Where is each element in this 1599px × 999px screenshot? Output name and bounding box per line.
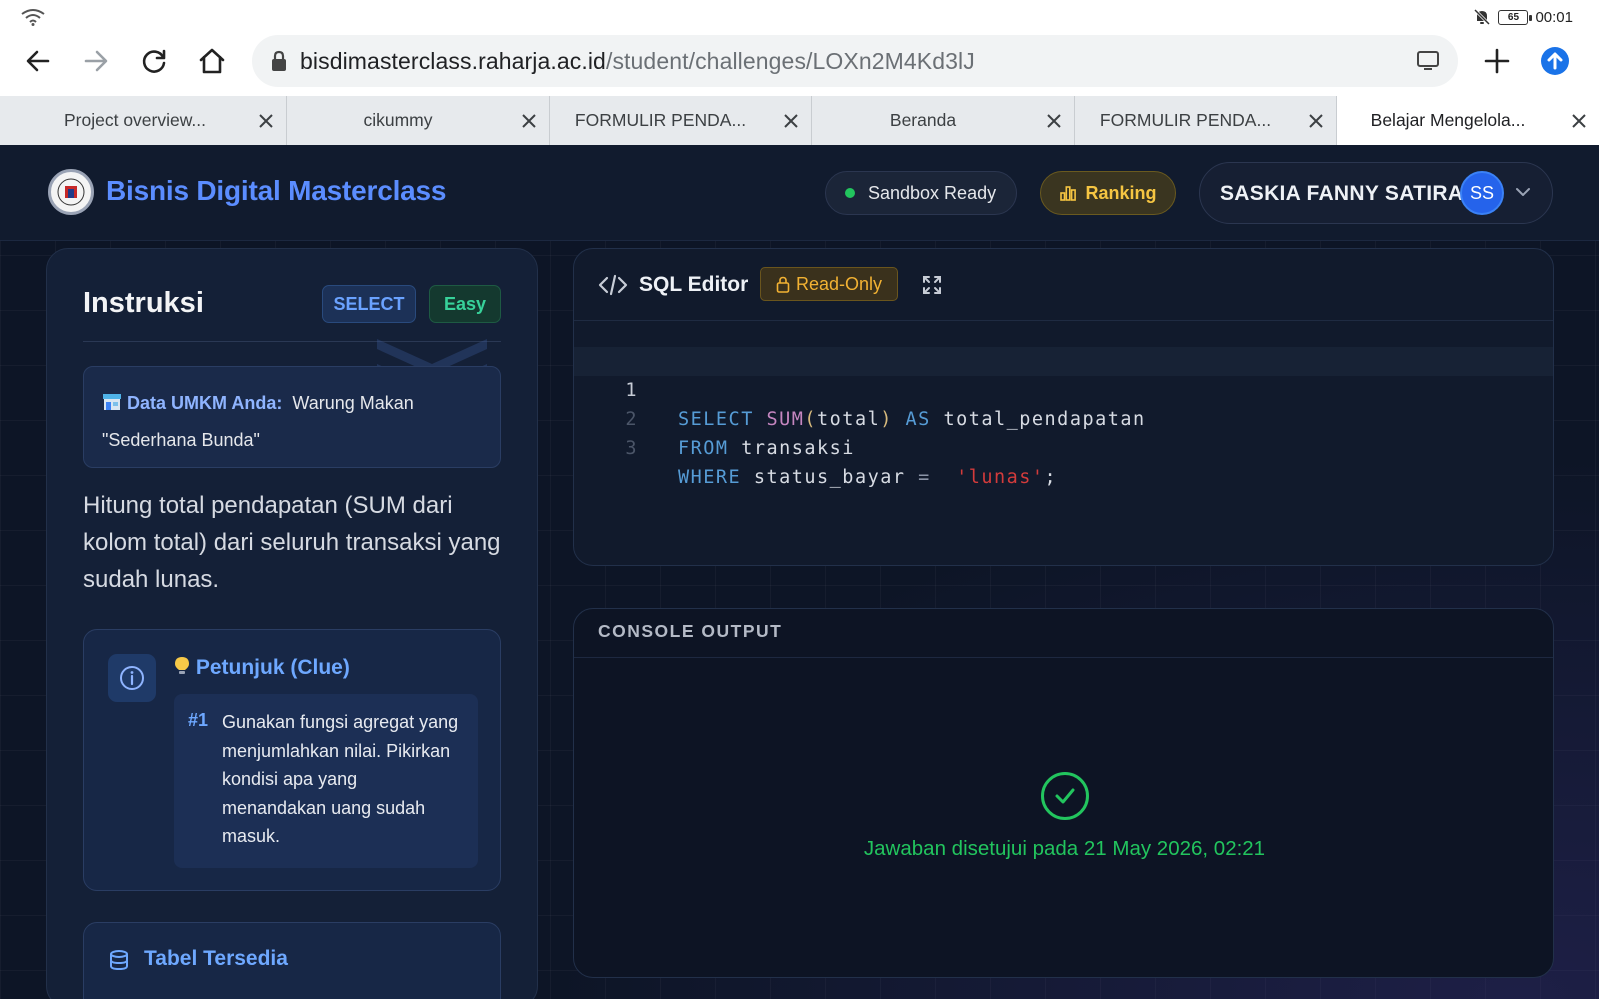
approval-message: Jawaban disetujui pada 21 May 2026, 02:2… [863, 837, 1266, 860]
clue-panel: Petunjuk (Clue) #1 Gunakan fungsi agrega… [83, 629, 501, 891]
task-description: Hitung total pendapatan (SUM dari kolom … [83, 492, 501, 593]
line-number: 3 [625, 438, 638, 459]
reload-button[interactable] [133, 40, 175, 82]
url-text: bisdimasterclass.raharja.ac.id/student/c… [300, 47, 975, 74]
check-circle-icon [1041, 772, 1089, 820]
tables-title: Tabel Tersedia [144, 947, 288, 970]
home-icon [199, 48, 225, 74]
code-line: 2 FROM transaksi [574, 376, 1553, 459]
info-icon [120, 666, 144, 690]
ranking-label: Ranking [1085, 182, 1157, 203]
code-area[interactable]: 1 SELECT SUM(total) AS total_pendapatan … [574, 347, 1553, 488]
console-output-panel: CONSOLE OUTPUT Jawaban disetujui pada 21… [573, 608, 1554, 978]
university-logo[interactable] [48, 169, 94, 215]
umkm-value-name: "Sederhana Bunda" [102, 430, 260, 450]
read-only-badge: Read-Only [760, 267, 898, 301]
clue-number: #1 [188, 710, 209, 730]
tab-formulir-2[interactable]: FORMULIR PENDA... [1075, 96, 1337, 145]
browser-toolbar: bisdimasterclass.raharja.ac.id/student/c… [0, 32, 1599, 96]
reload-icon [142, 49, 166, 73]
clue-title: Petunjuk (Clue) [174, 656, 350, 680]
app-header: Bisnis Digital Masterclass Sandbox Ready… [0, 145, 1599, 241]
fullscreen-icon[interactable] [922, 275, 942, 295]
plus-icon [1484, 48, 1510, 74]
clock: 00:01 [1535, 8, 1573, 26]
upload-arrow-icon [1541, 47, 1569, 75]
battery-level: 65 [1507, 11, 1520, 23]
difficulty-badge: Easy [429, 285, 501, 323]
tab-belajar-mengelola[interactable]: Belajar Mengelola... [1337, 96, 1599, 145]
code-line: 1 SELECT SUM(total) AS total_pendapatan [574, 347, 1553, 430]
user-menu[interactable]: SASKIA FANNY SATIRA SS [1199, 162, 1553, 224]
tab-title: FORMULIR PENDA... [574, 110, 747, 130]
lock-icon [776, 276, 790, 293]
close-icon[interactable] [1034, 113, 1074, 128]
avatar: SS [1460, 171, 1504, 215]
tab-title: cikummy [363, 110, 433, 130]
tab-cikummy[interactable]: cikummy [287, 96, 550, 145]
database-icon [110, 950, 128, 971]
code-text: WHERE status_bayar = 'lunas'; [678, 467, 1058, 488]
umkm-info: Data UMKM Anda: Warung Makan "Sederhana … [83, 366, 501, 468]
info-button[interactable] [108, 654, 156, 702]
brand-name[interactable]: Bisnis Digital Masterclass [106, 175, 446, 207]
console-title: CONSOLE OUTPUT [598, 621, 783, 641]
code-text: FROM transaksi [678, 438, 855, 459]
available-tables-panel[interactable]: Tabel Tersedia [83, 922, 501, 999]
store-icon [103, 394, 121, 410]
tab-formulir-1[interactable]: FORMULIR PENDA... [550, 96, 812, 145]
umkm-label: Data UMKM Anda: [127, 393, 283, 413]
wifi-icon [21, 9, 45, 26]
close-icon[interactable] [771, 113, 811, 128]
clue-item: #1 Gunakan fungsi agregat yang menjumlah… [174, 694, 478, 868]
update-button[interactable] [1534, 40, 1576, 82]
home-button[interactable] [191, 40, 233, 82]
sandbox-status: Sandbox Ready [825, 171, 1017, 215]
category-badge: SELECT [322, 285, 416, 323]
tab-title: Beranda [889, 110, 957, 130]
close-icon[interactable] [1296, 113, 1336, 128]
sandbox-label: Sandbox Ready [868, 182, 997, 203]
forward-button[interactable] [75, 40, 117, 82]
instructions-panel: Instruksi SELECT Easy Data UMKM Anda: Wa… [46, 248, 538, 999]
app-root: Bisnis Digital Masterclass Sandbox Ready… [0, 145, 1599, 999]
close-icon[interactable] [1559, 113, 1599, 128]
clue-text: Gunakan fungsi agregat yang menjumlahkan… [222, 712, 459, 846]
divider [574, 657, 1553, 658]
back-button[interactable] [17, 40, 59, 82]
editor-title: SQL Editor [639, 273, 749, 296]
close-icon[interactable] [246, 113, 286, 128]
chevron-down-icon [1516, 188, 1530, 196]
bell-off-icon [1474, 8, 1491, 26]
bar-chart-icon [1060, 186, 1077, 201]
new-tab-button[interactable] [1476, 40, 1518, 82]
status-dot-icon [845, 188, 855, 198]
battery-icon: 65 [1498, 9, 1533, 25]
user-name: SASKIA FANNY SATIRA [1220, 182, 1464, 205]
tab-beranda[interactable]: Beranda [812, 96, 1075, 145]
code-line: 3 WHERE status_bayar = 'lunas'; [574, 405, 1553, 488]
tab-title: Project overview... [64, 110, 206, 130]
editor-header: SQL Editor Read-Only [574, 249, 1553, 321]
tab-title: Belajar Mengelola... [1370, 110, 1526, 130]
tab-title: FORMULIR PENDA... [1099, 110, 1272, 130]
status-bar: 65 00:01 [0, 0, 1599, 32]
umkm-value: Warung Makan [292, 393, 414, 413]
close-icon[interactable] [509, 113, 549, 128]
lightbulb-icon [175, 657, 189, 674]
address-bar[interactable]: bisdimasterclass.raharja.ac.id/student/c… [252, 35, 1458, 87]
arrow-left-icon [26, 50, 50, 72]
instructions-title: Instruksi [83, 287, 204, 319]
lock-icon [268, 50, 290, 72]
tab-strip: Project overview... cikummy FORMULIR PEN… [0, 96, 1599, 145]
arrow-right-icon [84, 50, 108, 72]
code-icon [598, 274, 628, 296]
ranking-button[interactable]: Ranking [1040, 171, 1176, 215]
desktop-view-icon[interactable] [1416, 48, 1440, 77]
tab-project-overview[interactable]: Project overview... [24, 96, 287, 145]
sql-editor-panel: SQL Editor Read-Only 1 SELECT SUM(total)… [573, 248, 1554, 566]
